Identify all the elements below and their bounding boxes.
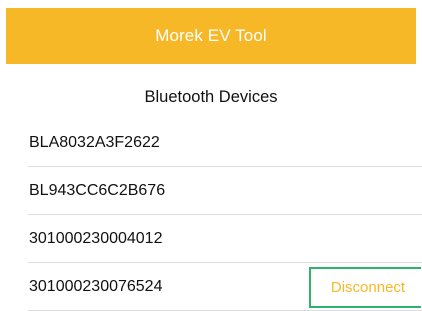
disconnect-button[interactable]: Disconnect [309,267,421,308]
disconnect-label: Disconnect [330,279,406,296]
device-row[interactable]: 301000230004012 [0,215,422,263]
device-row[interactable]: 301000230076524 Disconnect [0,263,422,311]
device-name: 301000230004012 [29,230,163,247]
device-row[interactable]: BLA8032A3F2622 [0,119,422,167]
app-title: Morek EV Tool [155,26,267,45]
section-title: Bluetooth Devices [144,88,278,106]
device-row[interactable]: BL943CC6C2B676 [0,167,422,215]
device-name: BLA8032A3F2622 [29,134,160,151]
app-header: Morek EV Tool [6,8,416,64]
device-list: BLA8032A3F2622 BL943CC6C2B676 3010002300… [0,119,422,311]
device-name: 301000230076524 [29,278,163,295]
device-name: BL943CC6C2B676 [29,182,166,199]
